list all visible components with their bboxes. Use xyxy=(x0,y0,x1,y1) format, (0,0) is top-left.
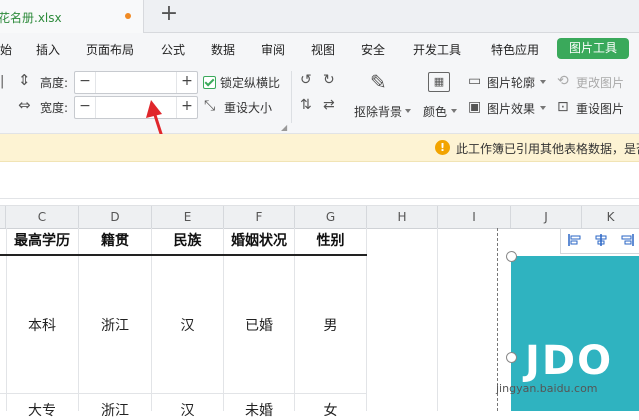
column-header-h[interactable]: H xyxy=(367,206,438,228)
picture-outline-button[interactable]: 图片轮廓 xyxy=(487,74,535,91)
separator xyxy=(291,71,292,123)
notification-message: 此工作簿已引用其他表格数据，是否 xyxy=(456,142,639,156)
color-label[interactable]: 颜色 xyxy=(423,103,447,120)
cell-header-marital[interactable]: 婚姻状况 xyxy=(224,228,294,254)
cell-header-education[interactable]: 最高学历 xyxy=(6,228,78,254)
menu-item-devtools[interactable]: 开发工具 xyxy=(413,41,461,58)
menu-item-formula[interactable]: 公式 xyxy=(161,41,185,58)
column-header-d[interactable]: D xyxy=(79,206,152,228)
cell-header-gender[interactable]: 性别 xyxy=(295,228,366,254)
table-cell[interactable]: 大专 xyxy=(6,400,78,420)
menu-item-view[interactable]: 视图 xyxy=(311,41,335,58)
width-decrease-button[interactable]: − xyxy=(75,97,96,118)
warning-icon: ! xyxy=(435,140,450,155)
table-cell[interactable]: 汉 xyxy=(152,315,223,335)
reset-size-icon: ⤡ xyxy=(204,98,216,114)
column-header-f[interactable]: F xyxy=(224,206,295,228)
menu-item-insert[interactable]: 插入 xyxy=(36,41,60,58)
menu-item-layout[interactable]: 页面布局 xyxy=(86,41,134,58)
grid-line xyxy=(437,228,438,411)
picture-effects-button[interactable]: 图片效果 xyxy=(487,100,535,117)
flip-horizontal-icon[interactable]: ⇄ xyxy=(323,98,335,112)
add-tab-button[interactable]: + xyxy=(158,3,180,26)
menu-item-security[interactable]: 安全 xyxy=(361,41,385,58)
align-right-icon[interactable] xyxy=(619,233,635,247)
width-icon: ⇔ xyxy=(18,96,31,114)
flip-vertical-icon[interactable]: ⇅ xyxy=(300,98,312,112)
size-dialog-launcher-icon[interactable]: ◢ xyxy=(281,121,287,135)
unsaved-dot-icon xyxy=(125,13,131,19)
menu-item-data[interactable]: 数据 xyxy=(211,41,235,58)
clipped-left-icon: | xyxy=(0,74,5,89)
ribbon-menu: 始 插入 页面布局 公式 数据 审阅 视图 安全 开发工具 特色应用 xyxy=(0,33,639,63)
column-header-c[interactable]: C xyxy=(6,206,79,228)
cell-header-ethnicity[interactable]: 民族 xyxy=(152,228,223,254)
table-cell[interactable]: 浙江 xyxy=(79,400,151,420)
width-label: 宽度: xyxy=(40,101,69,115)
table-cell[interactable]: 浙江 xyxy=(79,315,151,335)
color-icon[interactable]: ▦ xyxy=(428,72,450,92)
resize-handle[interactable] xyxy=(506,352,517,363)
cell-header-hometown[interactable]: 籍贯 xyxy=(79,228,151,254)
column-header-row: C D E F G H I J K xyxy=(0,205,639,229)
notification-bar: ! 此工作簿已引用其他表格数据，是否 xyxy=(0,134,639,162)
color-caret-icon[interactable] xyxy=(451,109,457,113)
file-tab-name: 花名册.xlsx xyxy=(0,11,62,25)
table-cell[interactable]: 汉 xyxy=(152,400,223,420)
menu-item-features[interactable]: 特色应用 xyxy=(491,41,539,58)
table-cell[interactable]: 本科 xyxy=(6,315,78,335)
reset-picture-button[interactable]: 重设图片 xyxy=(576,100,624,117)
picture-effects-icon[interactable]: ▣ xyxy=(468,100,481,114)
picture-toolbar: | ⇕ ⇔ 高度: 宽度: − + − + 锁定纵横比 ⤡ 重设大小 ◢ ↺ ↻… xyxy=(0,63,639,134)
height-label: 高度: xyxy=(40,76,69,90)
rotate-right-icon[interactable]: ↻ xyxy=(323,73,335,87)
remove-background-icon[interactable]: ✎ xyxy=(370,72,387,92)
lock-ratio-label[interactable]: 锁定纵横比 xyxy=(220,74,280,91)
table-cell[interactable]: 男 xyxy=(295,315,366,335)
table-cell[interactable]: 未婚 xyxy=(224,400,294,420)
height-icon: ⇕ xyxy=(18,71,31,89)
align-center-icon[interactable] xyxy=(593,233,609,247)
tab-picture-tools[interactable]: 图片工具 xyxy=(557,38,629,59)
column-header-i[interactable]: I xyxy=(438,206,511,228)
height-stepper[interactable]: − + xyxy=(74,71,198,94)
menu-item-review[interactable]: 审阅 xyxy=(261,41,285,58)
column-header-j[interactable]: J xyxy=(511,206,582,228)
height-input[interactable] xyxy=(97,73,177,92)
resize-handle[interactable] xyxy=(506,251,517,262)
column-header-g[interactable]: G xyxy=(295,206,367,228)
reset-picture-icon[interactable]: ⊡ xyxy=(557,100,569,114)
lock-ratio-checkbox[interactable] xyxy=(203,76,216,89)
reset-size-button[interactable]: 重设大小 xyxy=(224,99,272,116)
header-underline xyxy=(0,254,367,256)
table-cell[interactable]: 女 xyxy=(295,400,366,420)
grid-line xyxy=(0,393,367,394)
remove-background-label[interactable]: 抠除背景 xyxy=(354,103,402,120)
picture-outline-icon[interactable]: ▭ xyxy=(468,74,481,88)
remove-background-caret-icon[interactable] xyxy=(405,109,411,113)
column-header-e[interactable]: E xyxy=(152,206,224,228)
table-cell[interactable]: 已婚 xyxy=(224,315,294,335)
column-header-k[interactable]: K xyxy=(582,206,639,228)
picture-quick-align-bar xyxy=(560,228,639,254)
formula-bar[interactable] xyxy=(0,162,639,199)
watermark-text: jingyan.baidu.com xyxy=(496,382,598,395)
height-decrease-button[interactable]: − xyxy=(75,72,96,93)
menu-item-start[interactable]: 始 xyxy=(0,41,12,58)
align-left-icon[interactable] xyxy=(567,233,583,247)
file-tab[interactable]: 花名册.xlsx xyxy=(0,0,144,33)
picture-effects-caret-icon[interactable] xyxy=(540,106,546,110)
rotate-left-icon[interactable]: ↺ xyxy=(300,73,312,87)
picture-text: JDO xyxy=(525,338,614,384)
change-picture-icon: ⟲ xyxy=(557,73,569,89)
change-picture-button[interactable]: 更改图片 xyxy=(576,74,624,91)
height-increase-button[interactable]: + xyxy=(176,72,197,93)
picture-outline-caret-icon[interactable] xyxy=(540,80,546,84)
